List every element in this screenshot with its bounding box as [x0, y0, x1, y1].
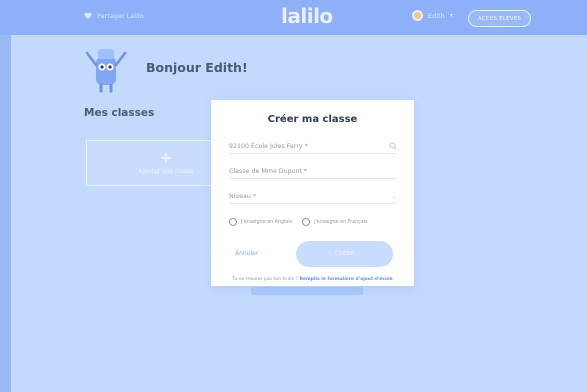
chevron-down-icon: ⌄	[391, 192, 397, 200]
add-school-link[interactable]: Remplis le formulaire d'ajout d'école	[299, 277, 392, 282]
left-strip	[0, 35, 11, 392]
add-class-label: Ajouter une classe	[138, 168, 194, 175]
share-label: Partager Lalilo	[97, 12, 144, 20]
radio-circle[interactable]	[302, 218, 311, 226]
cancel-button[interactable]: Annuler	[235, 250, 258, 257]
app-logo[interactable]: lalilo	[281, 4, 333, 28]
user-name: Edith	[428, 11, 445, 20]
search-icon[interactable]	[389, 142, 397, 150]
radio-french-label: J'enseigne en Français	[314, 219, 368, 225]
mascot-illustration	[85, 49, 127, 93]
footer-text: Tu ne trouves pas ton école ?	[232, 277, 300, 282]
greeting-heading: Bonjour Edith!	[146, 60, 248, 75]
student-access-button[interactable]: ACCES ELEVES	[468, 10, 531, 27]
section-title: Mes classes	[84, 107, 155, 119]
radio-french[interactable]: J'enseigne en Français	[302, 218, 367, 226]
share-link[interactable]: Partager Lalilo	[84, 12, 144, 20]
class-name-field[interactable]: Classe de Mme Dupont *	[229, 164, 397, 179]
radio-english[interactable]: J'enseigne en Anglais	[229, 218, 292, 226]
create-class-dialog: Créer ma classe 92100 École Jules Ferry …	[211, 100, 414, 286]
school-field-value: 92100 École Jules Ferry *	[229, 142, 308, 150]
language-radio-group: J'enseigne en Anglais J'enseigne en Fran…	[229, 218, 399, 226]
school-search-field[interactable]: 92100 École Jules Ferry *	[229, 139, 397, 154]
radio-circle[interactable]	[229, 218, 237, 226]
chevron-down-icon: ▾	[449, 12, 453, 19]
plus-icon: +	[159, 148, 173, 167]
level-value: Niveau *	[229, 192, 257, 200]
avatar	[412, 10, 423, 21]
radio-english-label: J'enseigne en Anglais	[241, 219, 293, 225]
user-menu[interactable]: Edith ▾	[412, 10, 453, 21]
top-navigation-bar: Partager Lalilo lalilo Edith ▾ ACCES ELE…	[0, 0, 587, 35]
heart-icon	[84, 12, 92, 19]
footer-note: Tu ne trouves pas ton école ? Remplis le…	[211, 277, 414, 282]
create-button[interactable]: CRÉER	[296, 241, 393, 267]
modal-shadow-strip	[251, 287, 363, 295]
dialog-title: Créer ma classe	[267, 114, 358, 125]
level-select[interactable]: Niveau * ⌄	[229, 189, 397, 204]
class-name-value: Classe de Mme Dupont *	[229, 167, 308, 175]
